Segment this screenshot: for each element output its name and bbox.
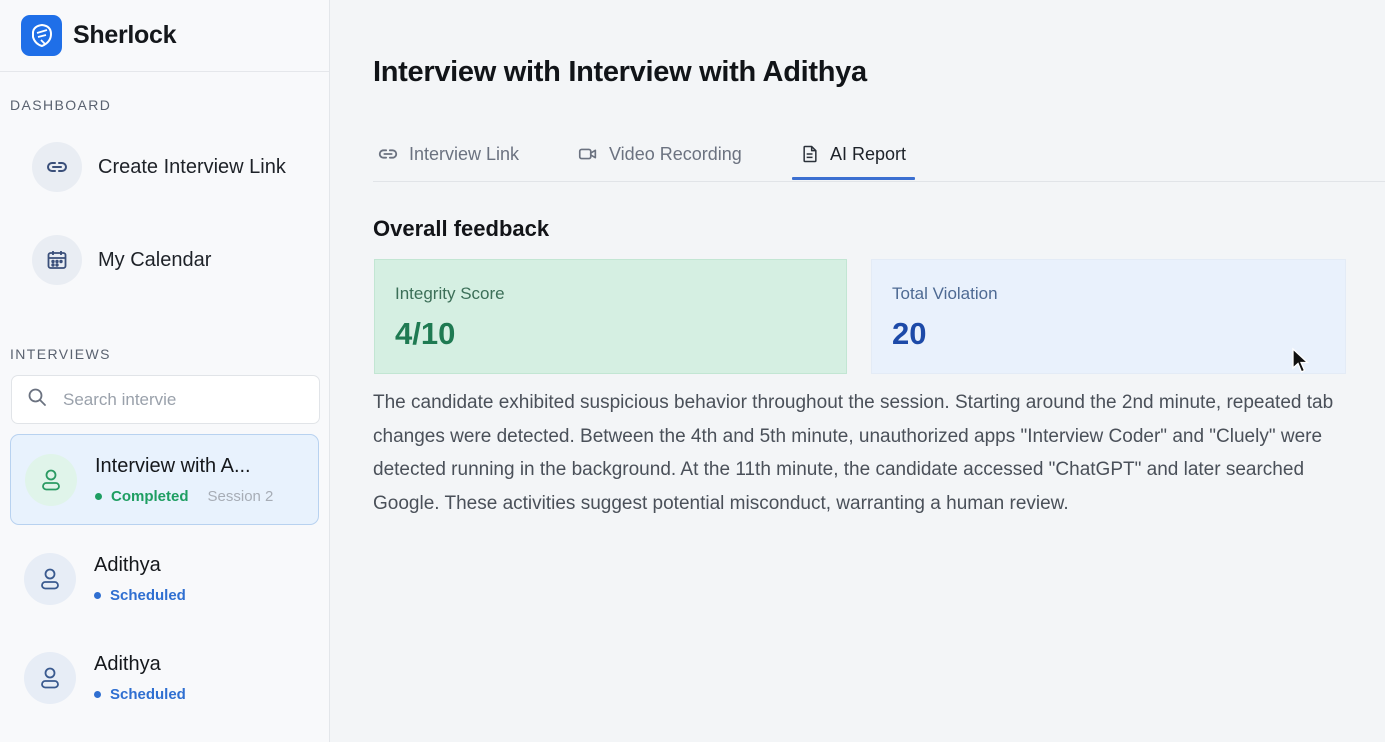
nav-my-calendar[interactable]: My Calendar	[32, 235, 211, 285]
tab-label: Video Recording	[609, 143, 742, 164]
interviews-section-title: INTERVIEWS	[10, 346, 111, 362]
interview-name: Adithya	[94, 652, 161, 675]
tab-interview-link[interactable]: Interview Link	[377, 128, 519, 180]
card-label: Integrity Score	[395, 284, 505, 303]
video-icon	[578, 148, 597, 160]
nav-label: Create Interview Link	[98, 155, 286, 178]
total-violation-value: 20	[892, 316, 927, 351]
calendar-icon	[32, 235, 82, 285]
status-dot	[95, 492, 102, 500]
tab-ai-report[interactable]: AI Report	[800, 128, 906, 180]
tab-label: AI Report	[830, 143, 907, 164]
total-violation-card: Total Violation 20	[871, 259, 1346, 374]
interview-name: Adithya	[94, 553, 161, 576]
mouse-cursor-icon	[1292, 347, 1310, 373]
tab-bar: Interview Link Video Recording AI Report	[373, 128, 1385, 182]
search-box[interactable]	[11, 375, 320, 424]
integrity-score-value: 4/10	[395, 316, 456, 351]
session-label: Session 2	[207, 487, 274, 505]
section-title: Overall feedback	[373, 216, 550, 241]
link-icon	[32, 142, 82, 192]
interview-list-item[interactable]: Adithya Scheduled	[10, 533, 319, 624]
user-icon	[24, 651, 76, 704]
card-label: Total Violation	[892, 284, 998, 303]
status-dot	[94, 690, 101, 698]
status-badge: Scheduled	[94, 686, 186, 703]
status-text: Scheduled	[110, 586, 186, 604]
link-icon	[378, 149, 398, 159]
user-icon	[24, 552, 76, 605]
interview-list-item[interactable]: Adithya Scheduled	[10, 632, 319, 723]
feedback-summary: The candidate exhibited suspicious behav…	[373, 392, 1334, 515]
integrity-score-card: Integrity Score 4/10	[374, 259, 847, 374]
user-icon	[25, 453, 77, 506]
page-title: Interview with Interview with Adithya	[373, 56, 867, 88]
main-content: Interview with Interview with Adithya In…	[331, 0, 1385, 742]
brand[interactable]: Sherlock	[0, 0, 329, 72]
search-icon	[27, 387, 47, 412]
sidebar: Sherlock DASHBOARD Create Interview Link…	[0, 0, 330, 742]
dashboard-section-title: DASHBOARD	[10, 97, 112, 113]
sherlock-logo-icon	[21, 15, 62, 56]
status-dot	[94, 591, 101, 599]
tab-video-recording[interactable]: Video Recording	[577, 128, 742, 180]
status-badge: Completed Session 2	[95, 488, 273, 505]
search-input[interactable]	[61, 388, 195, 411]
tab-label: Interview Link	[409, 143, 520, 164]
nav-label: My Calendar	[98, 248, 212, 271]
report-icon	[803, 145, 817, 163]
active-tab-indicator	[792, 177, 915, 180]
status-text: Completed	[111, 487, 189, 505]
nav-create-interview-link[interactable]: Create Interview Link	[32, 142, 286, 192]
interview-name: Interview with A...	[95, 454, 251, 477]
status-text: Scheduled	[110, 685, 186, 703]
brand-name: Sherlock	[73, 21, 177, 49]
interview-list-item[interactable]: Interview with A... Completed Session 2	[10, 434, 319, 525]
status-badge: Scheduled	[94, 587, 186, 604]
